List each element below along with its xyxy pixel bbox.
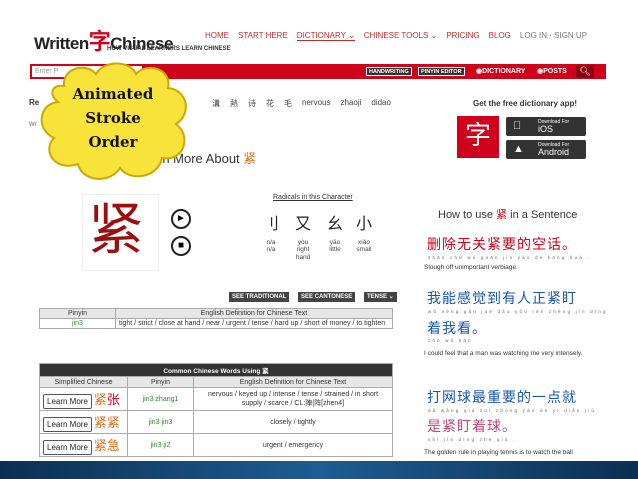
radical-item[interactable]: 幺 yāo little: [321, 210, 349, 254]
tense-dropdown[interactable]: TENSE ⌄: [364, 292, 397, 302]
nav-home[interactable]: HOME: [205, 31, 229, 41]
sentence-pinyin: zhe wǒ kàn .: [428, 338, 480, 343]
learn-more-button[interactable]: Learn More: [43, 440, 92, 455]
sentence-pinyin: dǎ wǎng qiú zuì zhòng yào de yī diǎn jiù: [428, 408, 597, 413]
app-promo-title: Get the free dictionary app!: [473, 99, 578, 108]
apple-icon: : [513, 120, 521, 132]
nav-dictionary[interactable]: DICTIONARY ⌄: [296, 31, 355, 41]
definition-cell: tight / strict / close at hand / near / …: [115, 318, 393, 329]
radical-item[interactable]: 又 yòu right hand: [289, 210, 317, 262]
search-icon[interactable]: 🔍︎: [576, 65, 594, 78]
table-row: Learn More 紧张 jin3 zhang1 nervous / keye…: [39, 387, 393, 411]
recent-item[interactable]: 诗: [248, 98, 256, 109]
sentence-translation: I could feel that a man was watching me …: [424, 350, 583, 357]
radical-item[interactable]: 刂 n/a n/a: [257, 210, 285, 254]
common-words-table: Common Chinese Words Using 紧 Simplified …: [39, 363, 393, 457]
sentence-translation: Slough off unimportant verbiage.: [424, 264, 518, 271]
example-sentence[interactable]: 我能感觉到有人正紧盯: [427, 288, 577, 308]
learn-more-button[interactable]: Learn More: [43, 394, 92, 409]
table-row: Learn More 紧急 jin3 ji2 urgent / emergenc…: [39, 433, 393, 457]
see-traditional-button[interactable]: SEE TRADITIONAL: [229, 292, 290, 302]
example-sentence[interactable]: 着我看。: [427, 318, 487, 338]
tagline: HOW VISUAL LEARNERS LEARN CHINESE: [107, 46, 231, 52]
table-row: Learn More 紧紧 jin3 jin3 closely / tightl…: [39, 410, 393, 434]
recent-item[interactable]: nervous: [302, 98, 330, 109]
recent-searches: 溝 熱 诗 花 毛 nervous zhaoji didao: [212, 98, 391, 109]
example-sentence[interactable]: 删除无关紧要的空话。: [427, 234, 577, 254]
learn-more-button[interactable]: Learn More: [43, 417, 92, 432]
definition-table: Pinyin English Definition for Chinese Tex…: [39, 308, 393, 329]
radicals-title: Radicals in this Character: [273, 194, 353, 201]
recent-item[interactable]: 花: [266, 98, 274, 109]
sentence-pinyin: wǒ néng gǎn jué dào yǒu rén zhèng jǐn dī…: [428, 309, 608, 314]
main-character: 紧: [88, 198, 144, 263]
handwriting-button[interactable]: HANDWRITING: [366, 67, 412, 76]
pinyin-cell: jin3: [39, 318, 116, 329]
nav-login[interactable]: LOG IN · SIGN UP: [520, 31, 587, 41]
recent-item[interactable]: didao: [371, 98, 391, 109]
android-icon: ▲: [513, 143, 524, 155]
recent-item[interactable]: 熱: [230, 98, 238, 109]
recent-item[interactable]: 溝: [212, 98, 220, 109]
nav-start-here[interactable]: START HERE: [238, 31, 288, 41]
android-store-button[interactable]: ▲ Download For Android: [506, 140, 586, 159]
slide-footer-band: [0, 461, 638, 479]
recent-item[interactable]: 毛: [284, 98, 292, 109]
app-icon[interactable]: 字: [457, 116, 499, 158]
stop-icon[interactable]: ■: [171, 236, 191, 256]
example-sentence[interactable]: 是紧盯着球。: [427, 416, 517, 436]
main-nav: HOME START HERE DICTIONARY ⌄ CHINESE TOO…: [205, 31, 587, 41]
sentence-pinyin: shān chú wú guān jǐn yào de kōng huà .: [428, 255, 591, 260]
pinyin-editor-button[interactable]: PINYIN EDITOR: [418, 67, 465, 76]
sentence-heading: How to use 紧 in a Sentence: [438, 208, 578, 221]
posts-radio[interactable]: ◉POSTS: [537, 67, 567, 75]
ios-store-button[interactable]:  Download For iOS: [506, 117, 586, 136]
recent-item[interactable]: zhaoji: [340, 98, 361, 109]
sentence-translation: The golden rule in playing tennis is to …: [424, 449, 573, 456]
radical-item[interactable]: 小 xiǎo small: [350, 210, 378, 254]
nav-chinese-tools[interactable]: CHINESE TOOLS ⌄: [364, 31, 438, 41]
dictionary-radio[interactable]: ◉DICTIONARY: [476, 67, 525, 75]
see-cantonese-button[interactable]: SEE CANTONESE: [298, 292, 356, 302]
nav-blog[interactable]: BLOG: [489, 31, 511, 41]
example-sentence[interactable]: 打网球最重要的一点就: [427, 387, 577, 407]
speaker-icon[interactable]: ►: [171, 209, 191, 229]
sentence-pinyin: shì jǐn dīng zhe qiú .: [428, 437, 517, 442]
webpage-slide: Written字Chinese HOW VISUAL LEARNERS LEAR…: [0, 0, 638, 461]
callout-text: Animated Stroke Order: [72, 85, 154, 151]
nav-pricing[interactable]: PRICING: [446, 31, 479, 41]
